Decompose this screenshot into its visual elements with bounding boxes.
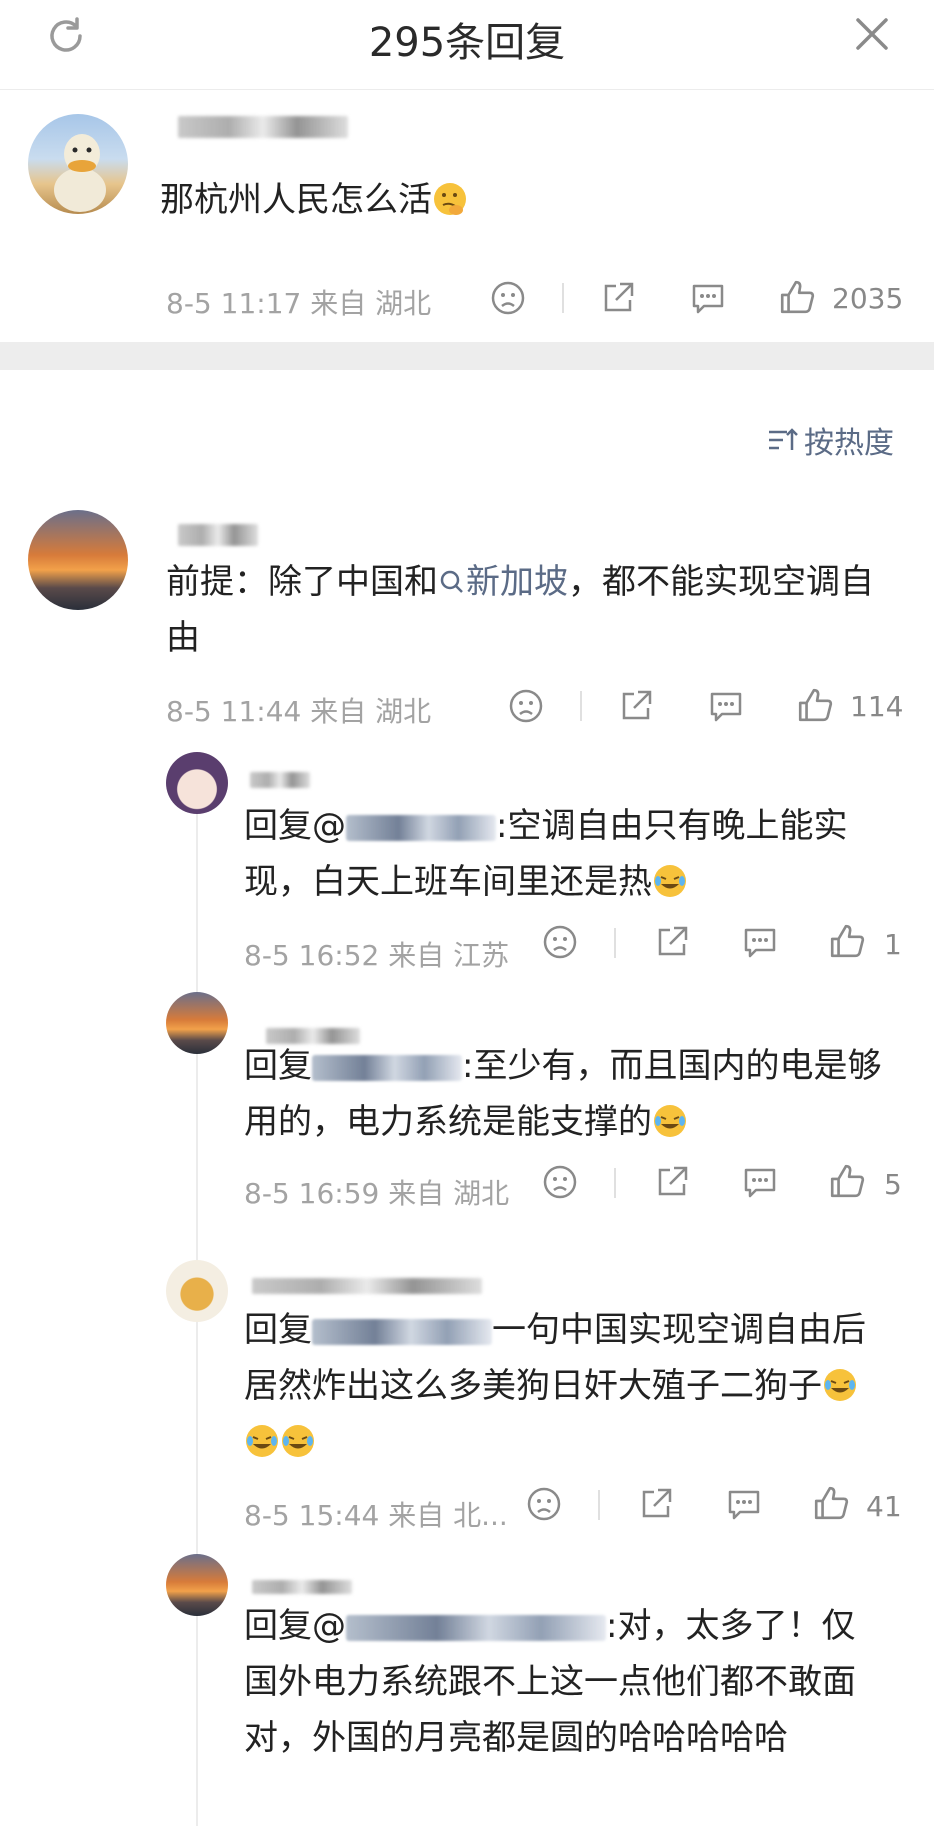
like-icon[interactable] (796, 686, 834, 724)
mention-blurred[interactable] (346, 814, 496, 841)
avatar[interactable] (28, 510, 128, 610)
share-icon[interactable] (600, 280, 636, 316)
laugh-cry-emoji (654, 865, 686, 897)
topic-link[interactable]: 新加坡 (438, 562, 568, 602)
avatar[interactable] (166, 1260, 228, 1322)
comment-meta: 8-5 11:44 来自 湖北 (166, 695, 432, 728)
like-count: 2035 (832, 282, 904, 315)
sort-icon (769, 428, 798, 450)
laugh-cry-emoji (824, 1369, 856, 1401)
page-title: 295条回复 (368, 20, 566, 66)
sort-label: 按热度 (804, 426, 894, 461)
laugh-cry-emoji (246, 1425, 278, 1457)
share-icon[interactable] (638, 1486, 674, 1522)
like-icon[interactable] (812, 1484, 850, 1522)
username-blurred[interactable] (252, 1278, 482, 1294)
reply-text: 回复 一句中国实现空调自由后居然炸出这么多美狗日奸大殖子二狗子 (244, 1302, 884, 1470)
avatar[interactable] (166, 992, 228, 1054)
like-count: 114 (850, 690, 904, 723)
share-icon[interactable] (654, 924, 690, 960)
thinking-emoji (434, 183, 466, 215)
share-icon[interactable] (654, 1164, 690, 1200)
laugh-cry-emoji (654, 1105, 686, 1137)
reply-meta: 8-5 16:52 来自 江苏 (244, 939, 510, 972)
username-blurred[interactable] (178, 116, 348, 138)
like-icon[interactable] (828, 922, 866, 960)
like-count: 1 (884, 928, 902, 961)
comment-icon[interactable] (742, 1164, 778, 1200)
root-comment: 那杭州人民怎么活 8-5 11:17 来自 湖北 2035 (0, 90, 934, 342)
reply-meta: 8-5 16:59 来自 湖北 (244, 1177, 510, 1210)
comment-icon[interactable] (708, 688, 744, 724)
sad-face-icon[interactable] (542, 924, 578, 960)
sad-face-icon[interactable] (490, 280, 526, 316)
laugh-cry-emoji (282, 1425, 314, 1457)
share-icon[interactable] (618, 688, 654, 724)
username-blurred[interactable] (252, 1580, 352, 1594)
mention-blurred[interactable] (312, 1054, 462, 1081)
section-divider (0, 342, 934, 370)
reply-text: 回复@:空调自由只有晚上能实现，白天上班车间里还是热 (244, 806, 848, 902)
sort-toggle[interactable]: 按热度 (766, 418, 894, 462)
close-icon[interactable] (850, 12, 894, 56)
like-count: 5 (884, 1168, 902, 1201)
like-icon[interactable] (828, 1162, 866, 1200)
avatar[interactable] (28, 114, 128, 214)
mention-blurred[interactable] (312, 1318, 492, 1345)
avatar[interactable] (166, 752, 228, 814)
comment-icon[interactable] (726, 1486, 762, 1522)
comment-icon[interactable] (690, 280, 726, 316)
separator (562, 283, 564, 313)
comment-text: 前提：除了中国和 新加坡，都不能实现空调自由 (166, 562, 874, 658)
root-comment-text: 那杭州人民怎么活 (160, 172, 468, 228)
reply-meta: 8-5 15:44 来自 北... (244, 1499, 508, 1532)
reply-text: 回复:至少有，而且国内的电是够用的，电力系统是能支撑的 (244, 1046, 882, 1142)
sad-face-icon[interactable] (526, 1486, 562, 1522)
duck-avatar-icon (54, 134, 106, 212)
comment-icon[interactable] (742, 924, 778, 960)
like-count: 41 (866, 1490, 902, 1523)
username-blurred[interactable] (178, 524, 258, 546)
separator (598, 1490, 600, 1520)
root-comment-meta: 8-5 11:17 来自 湖北 (166, 287, 432, 320)
sad-face-icon[interactable] (508, 688, 544, 724)
mention-blurred[interactable] (346, 1614, 606, 1641)
sad-face-icon[interactable] (542, 1164, 578, 1200)
avatar[interactable] (166, 1554, 228, 1616)
separator (614, 928, 616, 958)
header-bar: 295条回复 (0, 0, 934, 90)
reply-text: 回复@:对，太多了！仅国外电力系统跟不上这一点他们都不敢面对，外国的月亮都是圆的… (244, 1606, 856, 1758)
username-blurred[interactable] (250, 772, 310, 788)
search-icon (440, 570, 463, 593)
like-icon[interactable] (778, 278, 816, 316)
separator (580, 691, 582, 721)
separator (614, 1168, 616, 1198)
